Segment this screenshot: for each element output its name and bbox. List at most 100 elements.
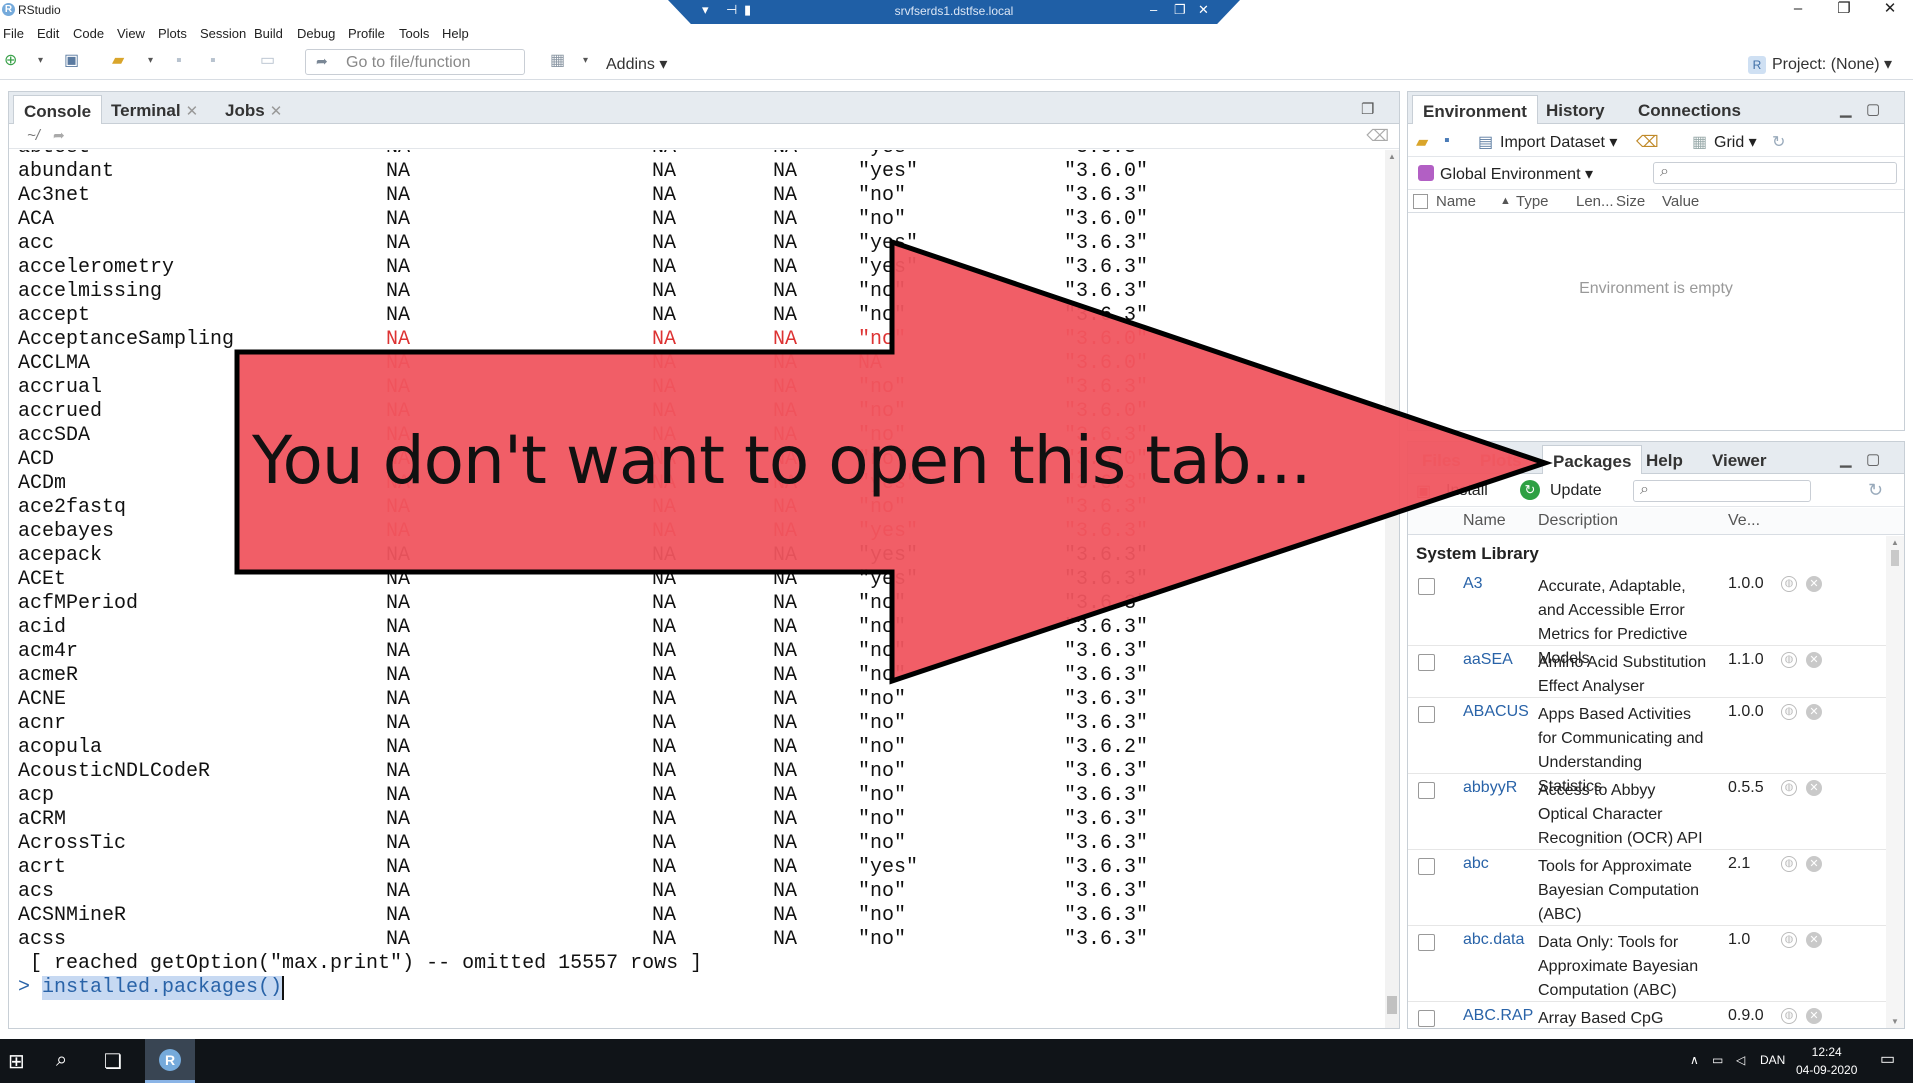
package-load-checkbox[interactable] — [1418, 578, 1435, 595]
col-type[interactable]: Type — [1516, 193, 1549, 210]
menu-view[interactable]: View — [117, 26, 145, 41]
close-button[interactable]: ✕ — [1870, 0, 1910, 20]
refresh-environment-icon[interactable]: ↻ — [1772, 132, 1785, 152]
tab-console[interactable]: Console — [13, 95, 103, 124]
addins-menu[interactable]: Addins ▾ — [606, 54, 667, 74]
menu-code[interactable]: Code — [73, 26, 104, 41]
package-website-icon[interactable]: ◍ — [1781, 932, 1797, 948]
package-load-checkbox[interactable] — [1418, 706, 1435, 723]
console-maximize-icon[interactable]: ❐ — [1361, 100, 1374, 118]
tab-files[interactable]: Files — [1412, 445, 1471, 474]
update-button[interactable]: Update — [1550, 482, 1602, 500]
taskbar-rstudio-button[interactable]: R — [145, 1039, 195, 1083]
remove-package-icon[interactable]: ✕ — [1806, 780, 1822, 796]
tab-viewer[interactable]: Viewer — [1702, 445, 1777, 474]
console-output[interactable]: abtestNANANA"yes""3.6.3"abundantNANANA"y… — [9, 150, 1385, 1028]
remote-restore-icon[interactable]: ❐ — [1174, 2, 1186, 18]
menu-tools[interactable]: Tools — [399, 26, 429, 41]
view-mode-dropdown[interactable]: Grid ▾ — [1714, 132, 1757, 152]
open-dropdown-icon[interactable]: ▾ — [148, 51, 153, 71]
package-load-checkbox[interactable] — [1418, 782, 1435, 799]
col-pkg-name[interactable]: Name — [1463, 512, 1506, 530]
pkg-scroll-down-icon[interactable]: ▼ — [1891, 1017, 1899, 1026]
notifications-icon[interactable]: ▭ — [1880, 1049, 1895, 1069]
remove-package-icon[interactable]: ✕ — [1806, 1008, 1822, 1024]
minimize-button[interactable]: – — [1778, 0, 1818, 20]
language-indicator[interactable]: DAN — [1760, 1053, 1785, 1067]
remove-package-icon[interactable]: ✕ — [1806, 652, 1822, 668]
taskbar-search-icon[interactable]: ⌕ — [56, 1049, 67, 1072]
pkg-scroll-up-icon[interactable]: ▲ — [1891, 538, 1899, 547]
pkg-scroll-thumb[interactable] — [1891, 550, 1899, 566]
tab-connections[interactable]: Connections — [1628, 95, 1751, 124]
package-name-link[interactable]: ABC.RAP — [1463, 1007, 1533, 1025]
close-jobs-icon[interactable]: ✕ — [270, 103, 283, 120]
remove-package-icon[interactable]: ✕ — [1806, 576, 1822, 592]
package-name-link[interactable]: A3 — [1463, 575, 1483, 593]
tab-help[interactable]: Help — [1636, 445, 1693, 474]
package-website-icon[interactable]: ◍ — [1781, 1008, 1797, 1024]
env-minimize-icon[interactable]: ▁ — [1840, 100, 1852, 118]
windows-start-icon[interactable]: ⊞ — [8, 1049, 25, 1074]
menu-session[interactable]: Session — [200, 26, 246, 41]
package-website-icon[interactable]: ◍ — [1781, 576, 1797, 592]
package-load-checkbox[interactable] — [1418, 654, 1435, 671]
save-icon[interactable]: ▪ — [176, 51, 182, 71]
console-command[interactable]: installed.packages() — [42, 976, 285, 1000]
package-load-checkbox[interactable] — [1418, 934, 1435, 951]
menu-help[interactable]: Help — [442, 26, 469, 41]
tab-plots[interactable]: Plots — [1470, 445, 1532, 474]
package-load-checkbox[interactable] — [1418, 1010, 1435, 1027]
project-menu[interactable]: R Project: (None) ▾ — [1748, 54, 1892, 74]
pane-layout-icon[interactable]: ▦ — [550, 51, 565, 71]
save-workspace-icon[interactable]: ▪ — [1444, 132, 1450, 150]
remove-package-icon[interactable]: ✕ — [1806, 704, 1822, 720]
remote-minimize-icon[interactable]: – — [1150, 2, 1157, 17]
load-workspace-icon[interactable]: ▰ — [1416, 132, 1428, 152]
package-website-icon[interactable]: ◍ — [1781, 780, 1797, 796]
package-name-link[interactable]: abc.data — [1463, 931, 1524, 949]
pkg-maximize-icon[interactable]: ▢ — [1866, 450, 1880, 468]
install-button[interactable]: Install — [1446, 482, 1488, 500]
remove-package-icon[interactable]: ✕ — [1806, 856, 1822, 872]
remote-close-icon[interactable]: ✕ — [1198, 2, 1209, 18]
menu-build[interactable]: Build — [254, 26, 283, 41]
col-length[interactable]: Len... — [1576, 193, 1614, 210]
package-website-icon[interactable]: ◍ — [1781, 856, 1797, 872]
menu-file[interactable]: File — [3, 26, 24, 41]
packages-search-input[interactable]: ⌕ — [1633, 480, 1811, 502]
print-icon[interactable]: ▭ — [260, 51, 275, 71]
environment-scope-dropdown[interactable]: Global Environment ▾ — [1440, 164, 1593, 184]
tab-jobs[interactable]: Jobs ✕ — [215, 95, 292, 124]
tab-terminal[interactable]: Terminal ✕ — [101, 95, 208, 124]
col-pkg-description[interactable]: Description — [1538, 512, 1618, 530]
packages-scrollbar[interactable]: ▲ ▼ — [1886, 536, 1904, 1028]
clear-console-icon[interactable]: ⌫ — [1366, 126, 1389, 146]
save-all-icon[interactable]: ▪ — [210, 51, 216, 71]
new-file-icon[interactable]: ⊕ — [4, 51, 17, 71]
package-name-link[interactable]: abc — [1463, 855, 1489, 873]
menu-plots[interactable]: Plots — [158, 26, 187, 41]
volume-icon[interactable]: ◁ — [1736, 1053, 1745, 1067]
task-view-icon[interactable]: ❏ — [104, 1049, 122, 1074]
env-maximize-icon[interactable]: ▢ — [1866, 100, 1880, 118]
new-project-icon[interactable]: ▣ — [64, 51, 79, 71]
tab-environment[interactable]: Environment — [1412, 95, 1538, 124]
col-pkg-version[interactable]: Ve... — [1728, 512, 1760, 530]
new-file-dropdown-icon[interactable]: ▾ — [38, 51, 43, 71]
import-dataset-button[interactable]: Import Dataset ▾ — [1500, 132, 1617, 152]
pkg-minimize-icon[interactable]: ▁ — [1840, 450, 1852, 468]
package-load-checkbox[interactable] — [1418, 858, 1435, 875]
remove-package-icon[interactable]: ✕ — [1806, 932, 1822, 948]
pane-layout-dropdown-icon[interactable]: ▾ — [583, 51, 588, 71]
package-name-link[interactable]: abbyyR — [1463, 779, 1517, 797]
open-file-icon[interactable]: ▰ — [112, 51, 124, 71]
package-website-icon[interactable]: ◍ — [1781, 652, 1797, 668]
tab-packages[interactable]: Packages — [1542, 445, 1643, 474]
goto-directory-icon[interactable]: ➦ — [53, 127, 65, 144]
col-value[interactable]: Value — [1662, 193, 1699, 210]
environment-search-input[interactable]: ⌕ — [1653, 162, 1897, 184]
package-name-link[interactable]: ABACUS — [1463, 703, 1529, 721]
col-name[interactable]: Name — [1436, 193, 1476, 210]
menu-debug[interactable]: Debug — [297, 26, 335, 41]
